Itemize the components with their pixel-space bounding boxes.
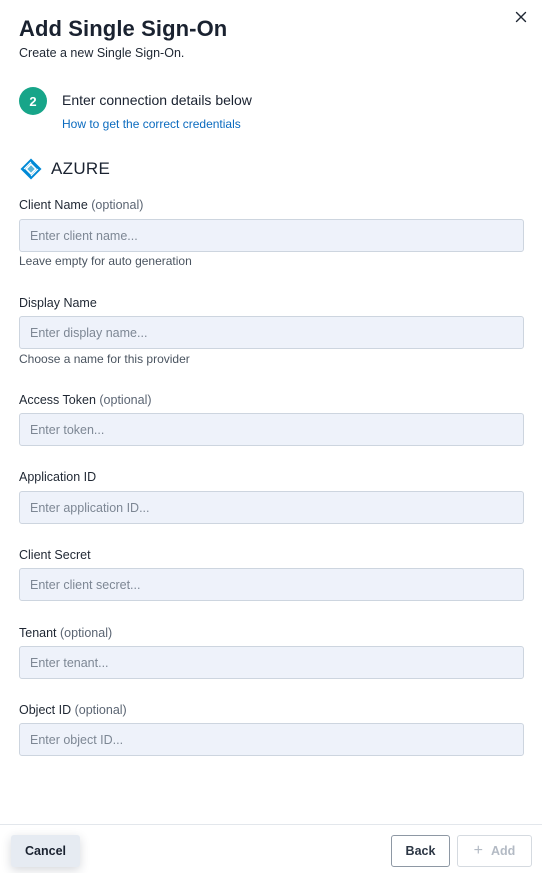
provider-header: AZURE [19, 157, 110, 181]
client-secret-label-text: Client Secret [19, 548, 91, 562]
display-name-label: Display Name [19, 296, 97, 310]
client-secret-input[interactable] [19, 568, 524, 601]
azure-logo-icon [19, 157, 43, 181]
step-title: Enter connection details below [62, 92, 252, 108]
application-id-label: Application ID [19, 470, 96, 484]
dialog-subtitle: Create a new Single Sign-On. [19, 46, 185, 60]
client-name-label-text: Client Name [19, 198, 88, 212]
add-button-label: Add [491, 844, 516, 858]
optional-tag: (optional) [99, 393, 152, 407]
cancel-button[interactable]: Cancel [11, 835, 80, 867]
close-icon[interactable] [512, 8, 530, 26]
client-name-label: Client Name (optional) [19, 198, 143, 212]
optional-tag: (optional) [60, 626, 113, 640]
tenant-label: Tenant (optional) [19, 626, 112, 640]
application-id-label-text: Application ID [19, 470, 97, 484]
sso-dialog: Add Single Sign-On Create a new Single S… [0, 0, 542, 873]
access-token-input[interactable] [19, 413, 524, 446]
optional-tag: (optional) [91, 198, 144, 212]
tenant-label-text: Tenant [19, 626, 57, 640]
object-id-label-text: Object ID [19, 703, 72, 717]
plus-icon: + [473, 842, 484, 859]
tenant-input[interactable] [19, 646, 524, 679]
client-secret-label: Client Secret [19, 548, 91, 562]
optional-tag: (optional) [74, 703, 127, 717]
display-name-label-text: Display Name [19, 296, 97, 310]
client-name-hint: Leave empty for auto generation [19, 254, 192, 268]
display-name-input[interactable] [19, 316, 524, 349]
object-id-input[interactable] [19, 723, 524, 756]
step-number-badge: 2 [19, 87, 47, 115]
provider-name: AZURE [51, 159, 111, 178]
access-token-label: Access Token (optional) [19, 393, 152, 407]
display-name-hint: Choose a name for this provider [19, 352, 190, 366]
dialog-title: Add Single Sign-On [19, 16, 228, 41]
client-name-input[interactable] [19, 219, 524, 252]
back-button[interactable]: Back [391, 835, 450, 867]
dialog-footer: Cancel Back + Add [0, 824, 542, 873]
access-token-label-text: Access Token [19, 393, 96, 407]
add-button[interactable]: + Add [457, 835, 532, 867]
application-id-input[interactable] [19, 491, 524, 524]
credentials-help-link[interactable]: How to get the correct credentials [62, 117, 241, 131]
object-id-label: Object ID (optional) [19, 703, 127, 717]
